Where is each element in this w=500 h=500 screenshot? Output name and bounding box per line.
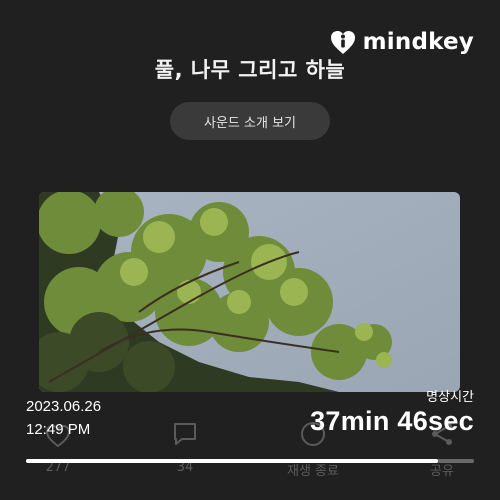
brand-logo: mindkey [329, 28, 474, 56]
progress-fill [26, 459, 439, 463]
session-date: 2023.06.26 [26, 398, 102, 415]
progress-bar[interactable] [26, 459, 474, 463]
info-heart-icon [330, 31, 355, 54]
nature-photo [39, 192, 460, 392]
page-title: 풀, 나무 그리고 하늘 [154, 58, 346, 82]
meditation-time-label: 명상시간 [426, 390, 474, 405]
sound-intro-button[interactable]: 사운드 소개 보기 [170, 102, 330, 140]
meditation-time-value: 37min 46sec [310, 406, 474, 436]
tree-sky-image [39, 192, 460, 392]
session-time: 12:49 PM [26, 421, 91, 438]
brand-name: mindkey [362, 29, 474, 55]
comment-button[interactable]: 34 [145, 412, 225, 475]
comment-icon [174, 423, 196, 445]
